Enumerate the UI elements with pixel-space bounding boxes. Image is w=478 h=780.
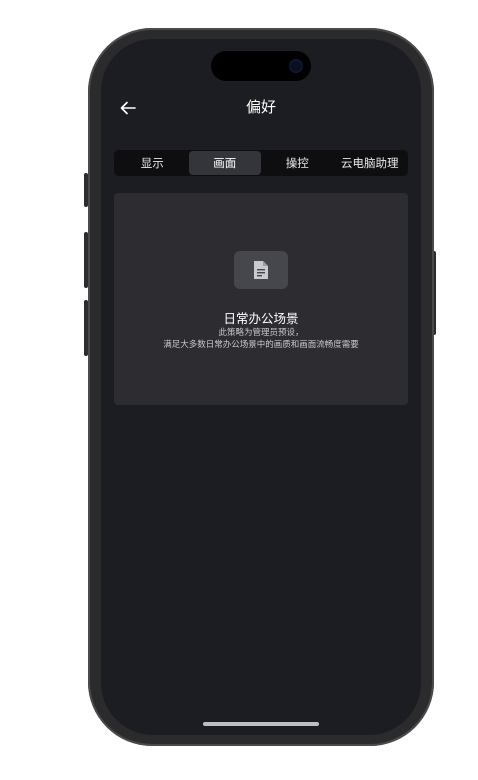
scene-description: 此策略为管理员预设， 满足大多数日常办公场景中的画质和画面流畅度需要 — [114, 328, 408, 351]
dynamic-island — [211, 51, 311, 81]
tab-bar: 显示 画面 操控 云电脑助理 — [114, 150, 408, 176]
front-camera — [289, 59, 303, 73]
tab-display[interactable]: 显示 — [116, 151, 189, 175]
scene-description-line-2: 满足大多数日常办公场景中的画质和画面流畅度需要 — [163, 339, 359, 350]
page-title: 偏好 — [245, 98, 276, 116]
scene-description-line-1: 此策略为管理员预设， — [218, 328, 304, 338]
scene-title: 日常办公场景 — [223, 311, 299, 326]
phone-screen: 偏好 显示 画面 操控 云电脑助理 日常办公场景 此策略为管理员预设， 满足大多… — [101, 39, 421, 735]
tab-cloud-pc-assistant[interactable]: 云电脑助理 — [334, 151, 407, 175]
document-icon — [234, 251, 288, 289]
tab-controls[interactable]: 操控 — [261, 151, 334, 175]
tab-picture[interactable]: 画面 — [188, 151, 261, 175]
home-indicator[interactable] — [203, 722, 319, 726]
scene-card: 日常办公场景 此策略为管理员预设， 满足大多数日常办公场景中的画质和画面流畅度需… — [114, 193, 408, 405]
